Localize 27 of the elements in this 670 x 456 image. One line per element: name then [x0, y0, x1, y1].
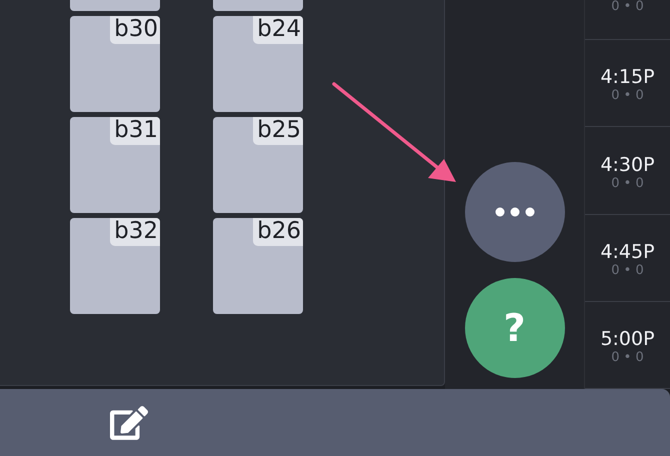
slot-count: 0 • 0 [611, 350, 644, 366]
seat-label: b31 [110, 117, 160, 145]
seat-label: b25 [253, 117, 303, 145]
slot-count: 0 • 0 [611, 262, 644, 279]
seat-label: b30 [110, 16, 160, 44]
seat-tile[interactable]: b32 [70, 218, 160, 314]
slot-time: 4:15P [600, 66, 655, 88]
seat-label: b24 [253, 16, 303, 44]
seat-label: b26 [253, 218, 303, 246]
seat-tile[interactable]: b25 [213, 117, 303, 213]
slot-count: 0 • 0 [611, 176, 644, 192]
time-slot[interactable]: 4:15P 0 • 0 [585, 40, 670, 128]
slot-time: 4:30P [600, 154, 655, 176]
slot-count: 0 • 0 [611, 88, 644, 104]
edit-button[interactable] [110, 404, 148, 442]
time-slot[interactable]: 4:45P 0 • 0 [585, 214, 670, 302]
seat-tile[interactable]: b30 [70, 16, 160, 112]
slot-count: 0 • 0 [611, 0, 644, 16]
seat-label: b32 [110, 218, 160, 246]
seat-tile[interactable]: b31 [70, 117, 160, 213]
edit-icon [110, 404, 148, 442]
seat-tile[interactable]: b26 [213, 218, 303, 314]
slot-time: 4:45P [600, 240, 655, 263]
seat-tile[interactable]: b24 [213, 16, 303, 112]
more-icon [494, 207, 534, 217]
slot-time: 5:00P [600, 328, 655, 350]
time-slot[interactable]: 4:30P 0 • 0 [585, 127, 670, 215]
